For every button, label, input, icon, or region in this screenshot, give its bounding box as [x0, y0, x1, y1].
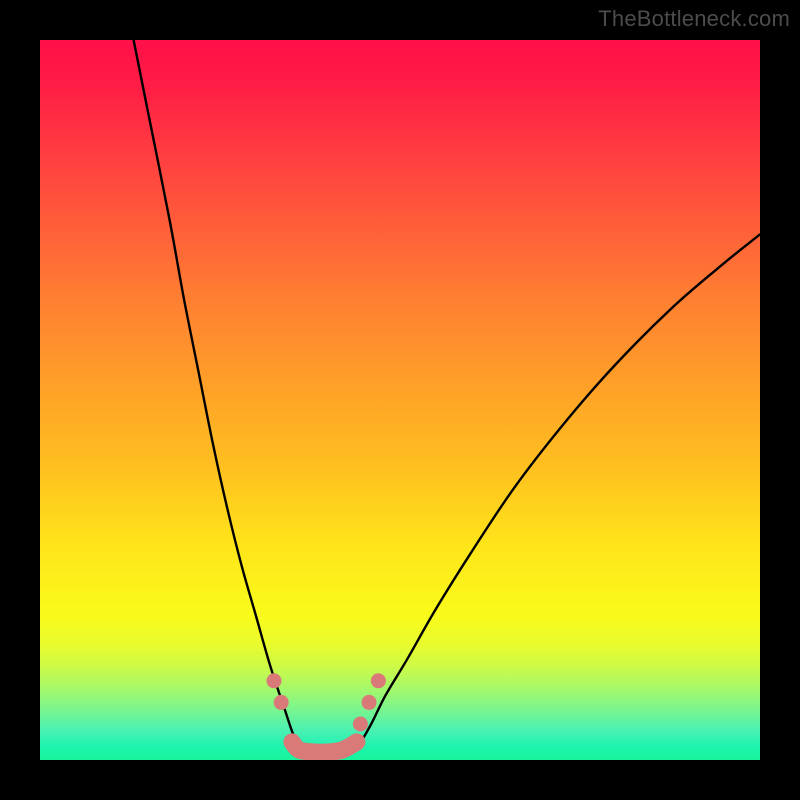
highlight-dot: [274, 695, 289, 710]
right-curve: [357, 234, 760, 749]
chart-container: TheBottleneck.com: [0, 0, 800, 800]
highlight-dot: [353, 717, 368, 732]
curve-layer: [40, 40, 760, 760]
left-curve: [134, 40, 300, 749]
plot-area: [40, 40, 760, 760]
highlight-dot: [362, 695, 377, 710]
highlight-dots: [267, 673, 386, 731]
highlight-dot: [371, 673, 386, 688]
bottom-u-stroke: [292, 742, 357, 752]
highlight-dot: [267, 673, 282, 688]
watermark-text: TheBottleneck.com: [598, 6, 790, 32]
